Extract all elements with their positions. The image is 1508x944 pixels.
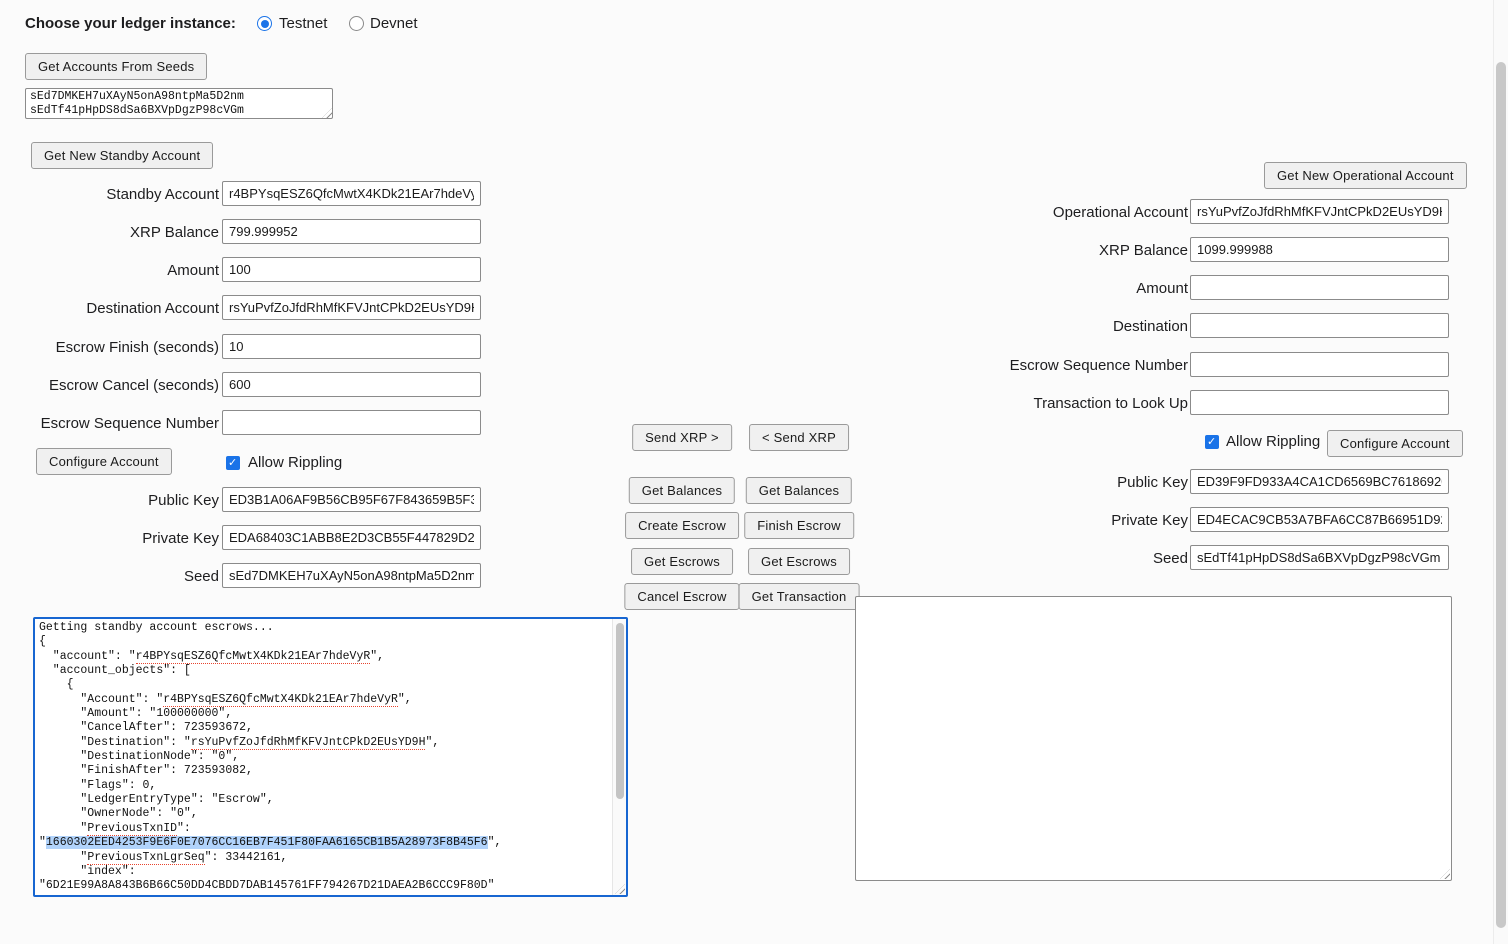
operational-allow-rippling-checkbox[interactable] xyxy=(1205,435,1219,449)
standby-escrow-finish-input[interactable] xyxy=(222,334,481,359)
cancel-escrow-button[interactable]: Cancel Escrow xyxy=(624,583,739,610)
testnet-radio[interactable] xyxy=(257,16,272,31)
operational-escrow-sequence-input[interactable] xyxy=(1190,352,1449,377)
standby-account-label: Standby Account xyxy=(0,186,219,204)
operational-seed-input[interactable] xyxy=(1190,545,1449,570)
standby-allow-rippling-checkbox[interactable] xyxy=(226,456,240,470)
operational-destination-input[interactable] xyxy=(1190,313,1449,338)
operational-amount-label: Amount xyxy=(900,280,1188,298)
standby-escrow-finish-label: Escrow Finish (seconds) xyxy=(0,339,219,357)
finish-escrow-button[interactable]: Finish Escrow xyxy=(744,512,854,539)
operational-get-escrows-button[interactable]: Get Escrows xyxy=(748,548,850,575)
standby-escrow-sequence-label: Escrow Sequence Number xyxy=(0,415,219,433)
standby-results-log: Getting standby account escrows... { "ac… xyxy=(39,621,609,893)
operational-private-key-label: Private Key xyxy=(900,512,1188,530)
standby-escrow-cancel-label: Escrow Cancel (seconds) xyxy=(0,377,219,395)
standby-xrp-balance-input[interactable] xyxy=(222,219,481,244)
results-scrollbar[interactable] xyxy=(612,619,626,895)
devnet-radio[interactable] xyxy=(349,16,364,31)
page-scrollbar[interactable] xyxy=(1493,0,1508,944)
operational-account-label: Operational Account xyxy=(900,204,1188,222)
operational-escrow-sequence-label: Escrow Sequence Number xyxy=(900,357,1188,375)
operational-amount-input[interactable] xyxy=(1190,275,1449,300)
testnet-radio-label[interactable]: Testnet xyxy=(279,15,327,33)
standby-escrow-cancel-input[interactable] xyxy=(222,372,481,397)
operational-account-input[interactable] xyxy=(1190,199,1449,224)
standby-amount-label: Amount xyxy=(0,262,219,280)
operational-public-key-input[interactable] xyxy=(1190,469,1449,494)
standby-get-balances-button[interactable]: Get Balances xyxy=(629,477,735,504)
operational-results-box[interactable] xyxy=(855,596,1452,881)
ledger-instance-label: Choose your ledger instance: xyxy=(25,15,236,33)
send-xrp-to-operational-button[interactable]: Send XRP > xyxy=(632,424,732,451)
operational-xrp-balance-input[interactable] xyxy=(1190,237,1449,262)
devnet-radio-label[interactable]: Devnet xyxy=(370,15,418,33)
operational-configure-account-button[interactable]: Configure Account xyxy=(1327,430,1463,457)
standby-allow-rippling-label: Allow Rippling xyxy=(248,454,342,472)
standby-private-key-label: Private Key xyxy=(0,530,219,548)
standby-configure-account-button[interactable]: Configure Account xyxy=(36,448,172,475)
get-new-standby-account-button[interactable]: Get New Standby Account xyxy=(31,142,213,169)
send-xrp-to-standby-button[interactable]: < Send XRP xyxy=(749,424,849,451)
transaction-to-look-up-input[interactable] xyxy=(1190,390,1449,415)
operational-xrp-balance-label: XRP Balance xyxy=(900,242,1188,260)
operational-private-key-input[interactable] xyxy=(1190,507,1449,532)
standby-amount-input[interactable] xyxy=(222,257,481,282)
get-new-operational-account-button[interactable]: Get New Operational Account xyxy=(1264,162,1467,189)
operational-allow-rippling-label: Allow Rippling xyxy=(1226,433,1320,451)
standby-get-escrows-button[interactable]: Get Escrows xyxy=(631,548,733,575)
operational-get-balances-button[interactable]: Get Balances xyxy=(746,477,852,504)
standby-destination-account-input[interactable] xyxy=(222,295,481,320)
get-transaction-button[interactable]: Get Transaction xyxy=(739,583,860,610)
standby-private-key-input[interactable] xyxy=(222,525,481,550)
resize-grip-icon[interactable] xyxy=(1440,869,1450,879)
standby-xrp-balance-label: XRP Balance xyxy=(0,224,219,242)
standby-escrow-sequence-input[interactable] xyxy=(222,410,481,435)
operational-public-key-label: Public Key xyxy=(900,474,1188,492)
standby-seed-label: Seed xyxy=(0,568,219,586)
create-escrow-button[interactable]: Create Escrow xyxy=(625,512,739,539)
get-accounts-from-seeds-button[interactable]: Get Accounts From Seeds xyxy=(25,53,207,80)
escrow-test-harness-page: Choose your ledger instance: Testnet Dev… xyxy=(0,0,1508,944)
standby-public-key-label: Public Key xyxy=(0,492,219,510)
standby-results-box[interactable]: Getting standby account escrows... { "ac… xyxy=(33,617,628,897)
standby-destination-account-label: Destination Account xyxy=(0,300,219,318)
operational-destination-label: Destination xyxy=(900,318,1188,336)
transaction-to-look-up-label: Transaction to Look Up xyxy=(900,395,1188,413)
standby-account-input[interactable] xyxy=(222,181,481,206)
page-scrollbar-thumb[interactable] xyxy=(1496,62,1506,928)
operational-seed-label: Seed xyxy=(900,550,1188,568)
seeds-textarea[interactable]: sEd7DMKEH7uXAyN5onA98ntpMa5D2nm sEdTf41p… xyxy=(25,88,333,119)
standby-public-key-input[interactable] xyxy=(222,487,481,512)
standby-seed-input[interactable] xyxy=(222,563,481,588)
results-scrollbar-thumb[interactable] xyxy=(616,623,624,799)
